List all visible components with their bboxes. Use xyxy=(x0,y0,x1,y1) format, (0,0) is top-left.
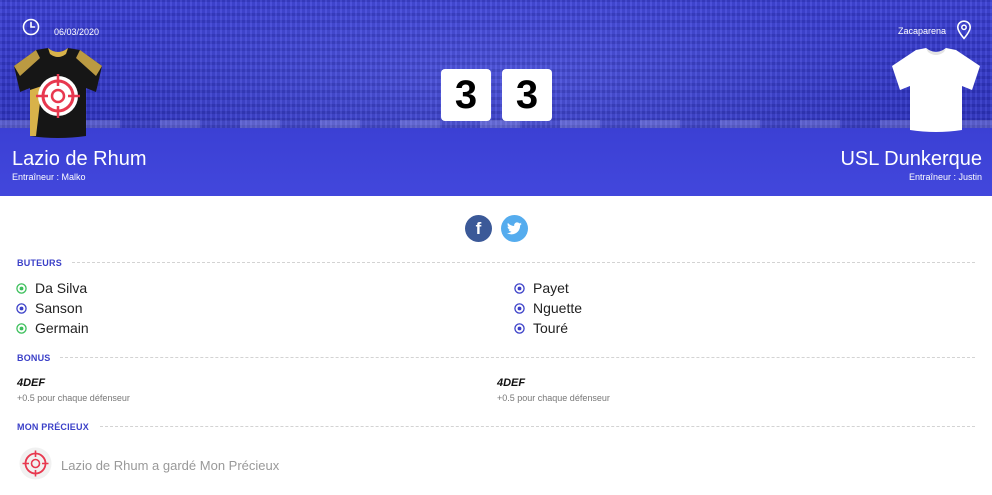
clock-icon xyxy=(22,18,40,36)
section-divider xyxy=(100,426,975,427)
facebook-share-button[interactable]: f xyxy=(465,215,492,242)
section-divider xyxy=(60,357,975,358)
precieux-section-title: MON PRÉCIEUX xyxy=(17,422,89,432)
football-icon xyxy=(514,322,525,334)
away-scorer: Nguette xyxy=(514,300,582,316)
home-bonus-description: +0.5 pour chaque défenseur xyxy=(17,393,130,403)
football-icon xyxy=(16,322,27,334)
scorer-name: Payet xyxy=(533,280,569,296)
home-scorer: Germain xyxy=(16,320,89,336)
home-team-name: Lazio de Rhum xyxy=(12,148,147,170)
scorer-name: Nguette xyxy=(533,300,583,316)
away-scorer: Touré xyxy=(514,320,568,336)
twitter-icon xyxy=(507,222,522,235)
away-scorer: Payet xyxy=(514,280,569,296)
away-score: 3 xyxy=(502,69,552,121)
away-team-coach: Entraîneur : Justin xyxy=(908,172,982,182)
scorer-name: Germain xyxy=(35,320,89,336)
stadium-background xyxy=(0,0,992,128)
scorers-section-title: BUTEURS xyxy=(17,258,62,268)
football-icon xyxy=(514,302,525,314)
location-pin-icon xyxy=(956,20,972,40)
scorer-name: Sanson xyxy=(35,300,83,316)
scorer-name: Touré xyxy=(533,320,569,336)
home-score: 3 xyxy=(441,69,491,121)
home-scorer: Sanson xyxy=(16,300,82,316)
away-bonus-name: 4DEF xyxy=(497,377,526,389)
match-date: 06/03/2020 xyxy=(22,18,99,37)
black-gold-jersey-icon xyxy=(14,48,102,138)
white-jersey-icon xyxy=(892,48,980,132)
target-icon xyxy=(19,447,52,480)
football-icon xyxy=(514,282,525,294)
section-divider xyxy=(72,262,975,263)
match-venue: Zacaparena xyxy=(897,26,946,36)
scorer-name: Da Silva xyxy=(35,280,88,296)
football-icon xyxy=(16,282,27,294)
precieux-text: Lazio de Rhum a gardé Mon Précieux xyxy=(61,458,280,473)
football-icon xyxy=(16,302,27,314)
bonus-section-title: BONUS xyxy=(17,353,51,363)
away-bonus-description: +0.5 pour chaque défenseur xyxy=(497,393,610,403)
twitter-share-button[interactable] xyxy=(501,215,528,242)
facebook-icon: f xyxy=(475,218,482,238)
home-team-coach: Entraîneur : Malko xyxy=(12,172,86,182)
home-scorer: Da Silva xyxy=(16,280,87,296)
away-team-name: USL Dunkerque xyxy=(840,148,982,170)
match-header: 06/03/2020 Zacaparena Lazio de Rhum Entr… xyxy=(0,0,992,196)
match-date-text: 06/03/2020 xyxy=(54,27,100,37)
home-bonus-name: 4DEF xyxy=(17,377,46,389)
